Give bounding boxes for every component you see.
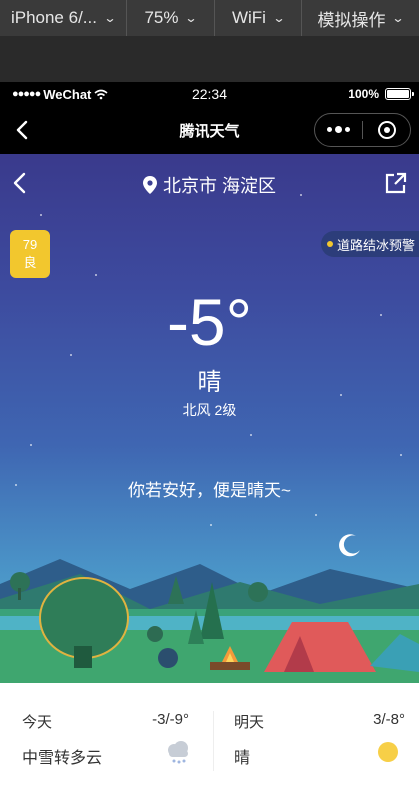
- close-target-icon: [377, 121, 396, 139]
- forecast-tomorrow-label: 明天: [234, 714, 265, 731]
- share-icon: [385, 172, 407, 194]
- greeting-text: 你若安好，便是晴天~: [128, 481, 291, 500]
- forecast-tomorrow-range: 3/-8°: [373, 711, 405, 728]
- network-select-label: WiFi: [231, 8, 266, 27]
- device-select-label: iPhone 6/...: [10, 8, 97, 27]
- phone-status-bar: ●●●●● WeChat 22:34 100%: [0, 82, 419, 106]
- sun-icon: [378, 742, 398, 762]
- zoom-select[interactable]: 75% ⌄: [127, 0, 215, 36]
- chevron-down-icon: ⌄: [184, 11, 199, 25]
- snow-cloud-icon: [168, 741, 188, 764]
- aqi-value: 79: [22, 237, 38, 252]
- forecast-tomorrow-desc: 晴: [234, 750, 251, 767]
- toolbar-spacer: [0, 36, 419, 82]
- weather-alert-badge[interactable]: 道路结冰预警: [320, 231, 419, 257]
- battery-percent: 100%: [348, 87, 379, 101]
- aqi-badge[interactable]: 79 良: [10, 230, 50, 278]
- chevron-down-icon: ⌄: [272, 11, 286, 25]
- weather-hero: 北京市 海淀区 79 良 道路结冰预警 -5° 晴 北风 2级 你若安好，便是晴…: [0, 154, 419, 683]
- current-temperature: -5°: [166, 285, 253, 359]
- forecast-tomorrow[interactable]: 明天 3/-8° 晴: [210, 683, 419, 796]
- forecast-panel: 今天 -3/-9° 中雪转多云 明天 3/-8° 晴: [0, 683, 419, 796]
- location-pin-icon: [142, 176, 157, 194]
- alert-text: 道路结冰预警: [336, 237, 415, 253]
- more-button[interactable]: [315, 126, 362, 133]
- share-button[interactable]: [385, 172, 409, 196]
- chevron-down-icon: ⌄: [391, 11, 406, 25]
- night-landscape-illustration: [0, 559, 419, 683]
- network-select[interactable]: WiFi ⌄: [215, 0, 302, 36]
- simulate-action-label: 模拟操作: [317, 10, 386, 30]
- location-selector[interactable]: 北京市 海淀区: [0, 172, 419, 198]
- aqi-level: 良: [23, 255, 37, 270]
- zoom-select-label: 75%: [144, 8, 179, 27]
- device-select[interactable]: iPhone 6/... ⌄: [0, 0, 127, 36]
- wechat-navbar: 腾讯天气: [0, 106, 419, 154]
- forecast-today-desc: 中雪转多云: [22, 750, 103, 767]
- battery-icon: [385, 88, 414, 100]
- wind-info: 北风 2级: [182, 402, 237, 418]
- mini-program-capsule: [314, 113, 411, 147]
- current-condition: 晴: [197, 369, 222, 396]
- devtools-toolbar: iPhone 6/... ⌄ 75% ⌄ WiFi ⌄ 模拟操作 ⌄: [0, 0, 419, 36]
- forecast-today-range: -3/-9°: [152, 711, 189, 728]
- chevron-down-icon: ⌄: [103, 11, 117, 25]
- location-name: 北京市 海淀区: [162, 176, 276, 196]
- forecast-today-label: 今天: [22, 714, 53, 731]
- close-button[interactable]: [363, 121, 410, 139]
- alert-dot-icon: [326, 241, 333, 247]
- simulate-action-select[interactable]: 模拟操作 ⌄: [302, 0, 419, 36]
- battery-status: 100%: [348, 87, 414, 101]
- forecast-today[interactable]: 今天 -3/-9° 中雪转多云: [0, 683, 209, 796]
